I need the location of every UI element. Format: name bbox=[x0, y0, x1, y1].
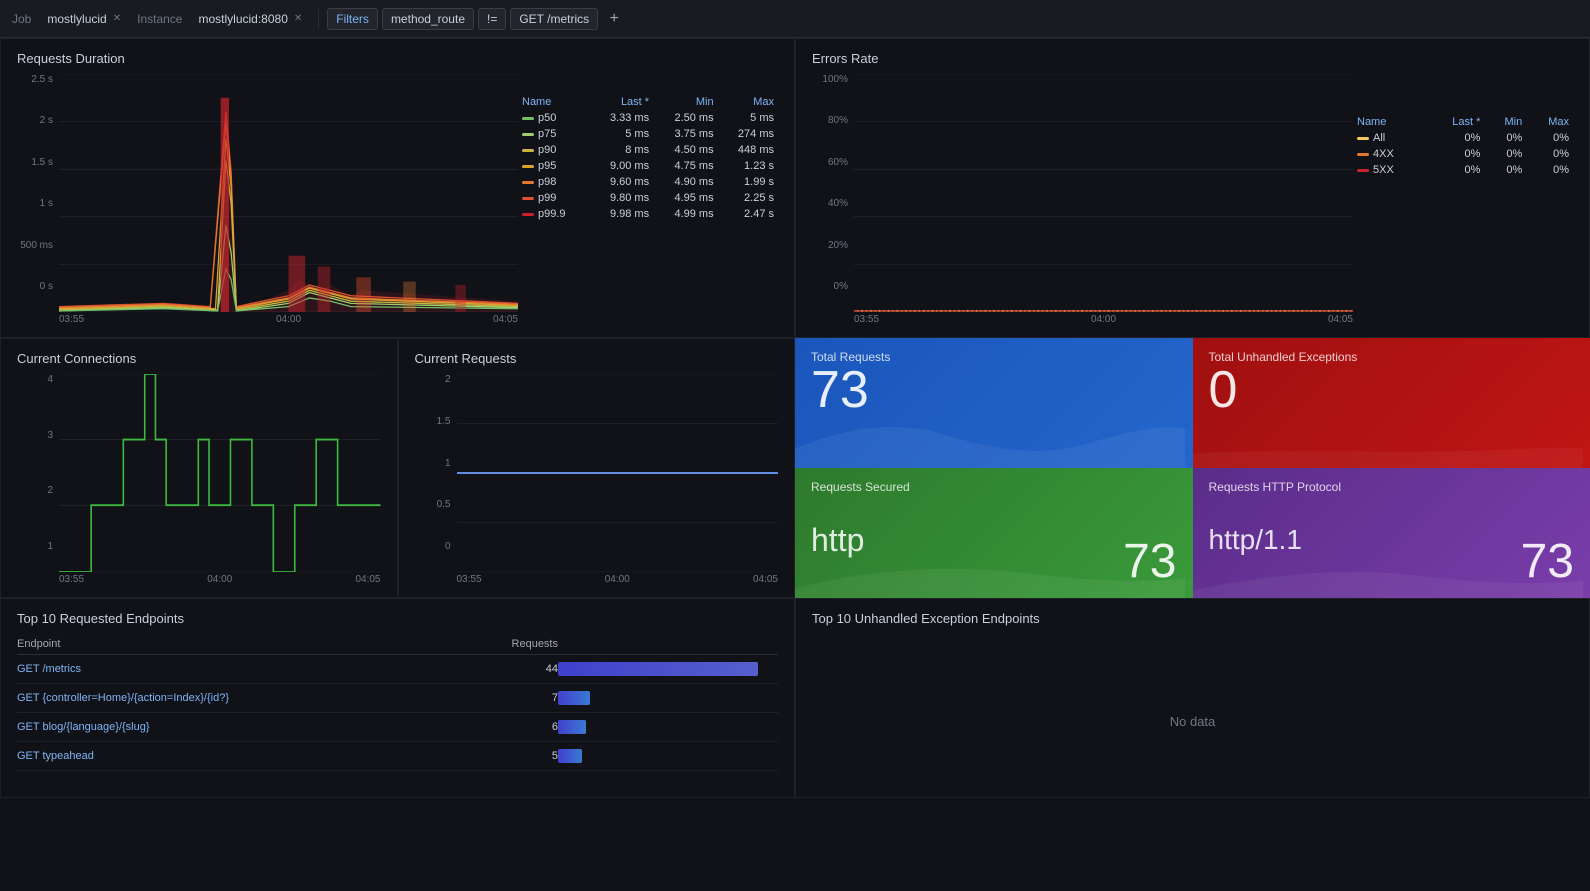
endpoint-link[interactable]: GET blog/{language}/{slug} bbox=[17, 721, 150, 733]
req-duration-y-axis: 2.5 s 2 s 1.5 s 1 s 500 ms 0 s bbox=[17, 74, 59, 312]
top-endpoints-title: Top 10 Requested Endpoints bbox=[17, 611, 778, 626]
errors-rate-chart bbox=[854, 74, 1353, 312]
bar-col-header bbox=[558, 634, 778, 655]
current-requests-chart bbox=[457, 374, 779, 572]
filter-key-pill[interactable]: method_route bbox=[382, 8, 474, 30]
errors-rate-legend: Name Last * Min Max All 0% 0% 0% 4XX 0% … bbox=[1353, 94, 1573, 325]
requests-protocol-card: Requests HTTP Protocol http/1.1 73 bbox=[1193, 468, 1590, 598]
req-duration-legend-row: p90 8 ms 4.50 ms 448 ms bbox=[518, 142, 778, 158]
instance-label: Instance bbox=[133, 12, 186, 26]
current-requests-title: Current Requests bbox=[415, 351, 779, 366]
errors-rate-panel: Errors Rate 100% 80% 60% 40% 20% 0% bbox=[795, 38, 1590, 338]
req-y-axis: 2 1.5 1 0.5 0 bbox=[415, 374, 457, 572]
endpoint-row: GET typeahead 5 bbox=[17, 742, 778, 771]
endpoint-row: GET {controller=Home}/{action=Index}/{id… bbox=[17, 684, 778, 713]
req-duration-legend-row: p99.9 9.98 ms 4.99 ms 2.47 s bbox=[518, 206, 778, 222]
endpoint-col-header: Endpoint bbox=[17, 634, 498, 655]
total-exceptions-title: Total Unhandled Exceptions bbox=[1209, 350, 1575, 364]
total-requests-value: 73 bbox=[811, 364, 1177, 416]
requests-protocol-value: 73 bbox=[1521, 538, 1574, 586]
job-label: Job bbox=[8, 12, 35, 26]
requests-secured-card: Requests Secured http 73 bbox=[795, 468, 1193, 598]
top-exception-title: Top 10 Unhandled Exception Endpoints bbox=[812, 611, 1573, 626]
errors-legend-row: 4XX 0% 0% 0% bbox=[1353, 146, 1573, 162]
topbar: Job mostlylucid ✕ Instance mostlylucid:8… bbox=[0, 0, 1590, 38]
requests-col-header: Requests bbox=[498, 634, 558, 655]
errors-legend-row: All 0% 0% 0% bbox=[1353, 130, 1573, 146]
errors-rate-title: Errors Rate bbox=[812, 51, 1573, 66]
filter-key: method_route bbox=[391, 12, 465, 26]
total-exceptions-value: 0 bbox=[1209, 364, 1575, 416]
job-close-icon[interactable]: ✕ bbox=[113, 13, 121, 24]
req-duration-x-axis: 03:55 04:00 04:05 bbox=[17, 314, 518, 325]
requests-secured-label: http bbox=[811, 522, 864, 559]
connections-chart bbox=[59, 374, 381, 572]
req-duration-legend-row: p98 9.60 ms 4.90 ms 1.99 s bbox=[518, 174, 778, 190]
connections-x-axis: 03:55 04:00 04:05 bbox=[17, 574, 381, 585]
filter-op: != bbox=[487, 12, 497, 26]
separator bbox=[318, 9, 319, 29]
endpoint-row: GET blog/{language}/{slug} 6 bbox=[17, 713, 778, 742]
total-exceptions-card: Total Unhandled Exceptions 0 bbox=[1193, 338, 1590, 468]
top-endpoints-panel: Top 10 Requested Endpoints Endpoint Requ… bbox=[0, 598, 795, 798]
endpoint-link[interactable]: GET /metrics bbox=[17, 663, 81, 675]
instance-value: mostlylucid:8080 bbox=[198, 12, 287, 26]
current-connections-title: Current Connections bbox=[17, 351, 381, 366]
req-duration-svg bbox=[59, 74, 518, 312]
endpoints-table: Endpoint Requests GET /metrics 44 GET {c… bbox=[17, 634, 778, 771]
connections-svg bbox=[59, 374, 381, 572]
errors-rate-svg bbox=[854, 74, 1353, 312]
filter-value-pill[interactable]: GET /metrics bbox=[510, 8, 598, 30]
filter-value: GET /metrics bbox=[519, 12, 589, 26]
endpoint-row: GET /metrics 44 bbox=[17, 655, 778, 684]
req-duration-legend-row: p50 3.33 ms 2.50 ms 5 ms bbox=[518, 110, 778, 126]
current-requests-svg bbox=[457, 374, 779, 572]
filter-op-pill[interactable]: != bbox=[478, 8, 506, 30]
req-duration-legend-row: p95 9.00 ms 4.75 ms 1.23 s bbox=[518, 158, 778, 174]
req-duration-legend: Name Last * Min Max p50 3.33 ms 2.50 ms … bbox=[518, 94, 778, 325]
current-connections-panel: Current Connections 4 3 2 1 bbox=[0, 338, 398, 598]
total-requests-card: Total Requests 73 bbox=[795, 338, 1193, 468]
requests-secured-title: Requests Secured bbox=[811, 480, 1177, 494]
requests-protocol-label: http/1.1 bbox=[1209, 524, 1302, 556]
requests-duration-panel: Requests Duration 2.5 s 2 s 1.5 s 1 s 50… bbox=[0, 38, 795, 338]
req-duration-legend-row: p75 5 ms 3.75 ms 274 ms bbox=[518, 126, 778, 142]
instance-close-icon[interactable]: ✕ bbox=[294, 13, 302, 24]
job-selector[interactable]: mostlylucid ✕ bbox=[39, 8, 129, 30]
stat-cards-grid: Total Requests 73 Total Unhandled Except… bbox=[795, 338, 1590, 598]
requests-duration-title: Requests Duration bbox=[17, 51, 778, 66]
errors-legend-row: 5XX 0% 0% 0% bbox=[1353, 162, 1573, 178]
add-filter-button[interactable]: + bbox=[602, 7, 626, 31]
requests-duration-chart bbox=[59, 74, 518, 312]
current-requests-panel: Current Requests 2 1.5 1 0.5 0 bbox=[398, 338, 796, 598]
filters-label: Filters bbox=[336, 12, 369, 26]
requests-protocol-title: Requests HTTP Protocol bbox=[1209, 480, 1575, 494]
requests-secured-value: 73 bbox=[1123, 538, 1176, 586]
endpoint-link[interactable]: GET {controller=Home}/{action=Index}/{id… bbox=[17, 692, 229, 704]
errors-rate-x-axis: 03:55 04:00 04:05 bbox=[812, 314, 1353, 325]
errors-rate-y-axis: 100% 80% 60% 40% 20% 0% bbox=[812, 74, 854, 312]
endpoint-link[interactable]: GET typeahead bbox=[17, 750, 94, 762]
job-value: mostlylucid bbox=[47, 12, 106, 26]
instance-selector[interactable]: mostlylucid:8080 ✕ bbox=[190, 8, 310, 30]
top-exception-endpoints-panel: Top 10 Unhandled Exception Endpoints No … bbox=[795, 598, 1590, 798]
no-data-label: No data bbox=[812, 634, 1573, 808]
req-duration-legend-row: p99 9.80 ms 4.95 ms 2.25 s bbox=[518, 190, 778, 206]
connections-y-axis: 4 3 2 1 bbox=[17, 374, 59, 572]
current-requests-x-axis: 03:55 04:00 04:05 bbox=[415, 574, 779, 585]
filters-button[interactable]: Filters bbox=[327, 8, 378, 30]
